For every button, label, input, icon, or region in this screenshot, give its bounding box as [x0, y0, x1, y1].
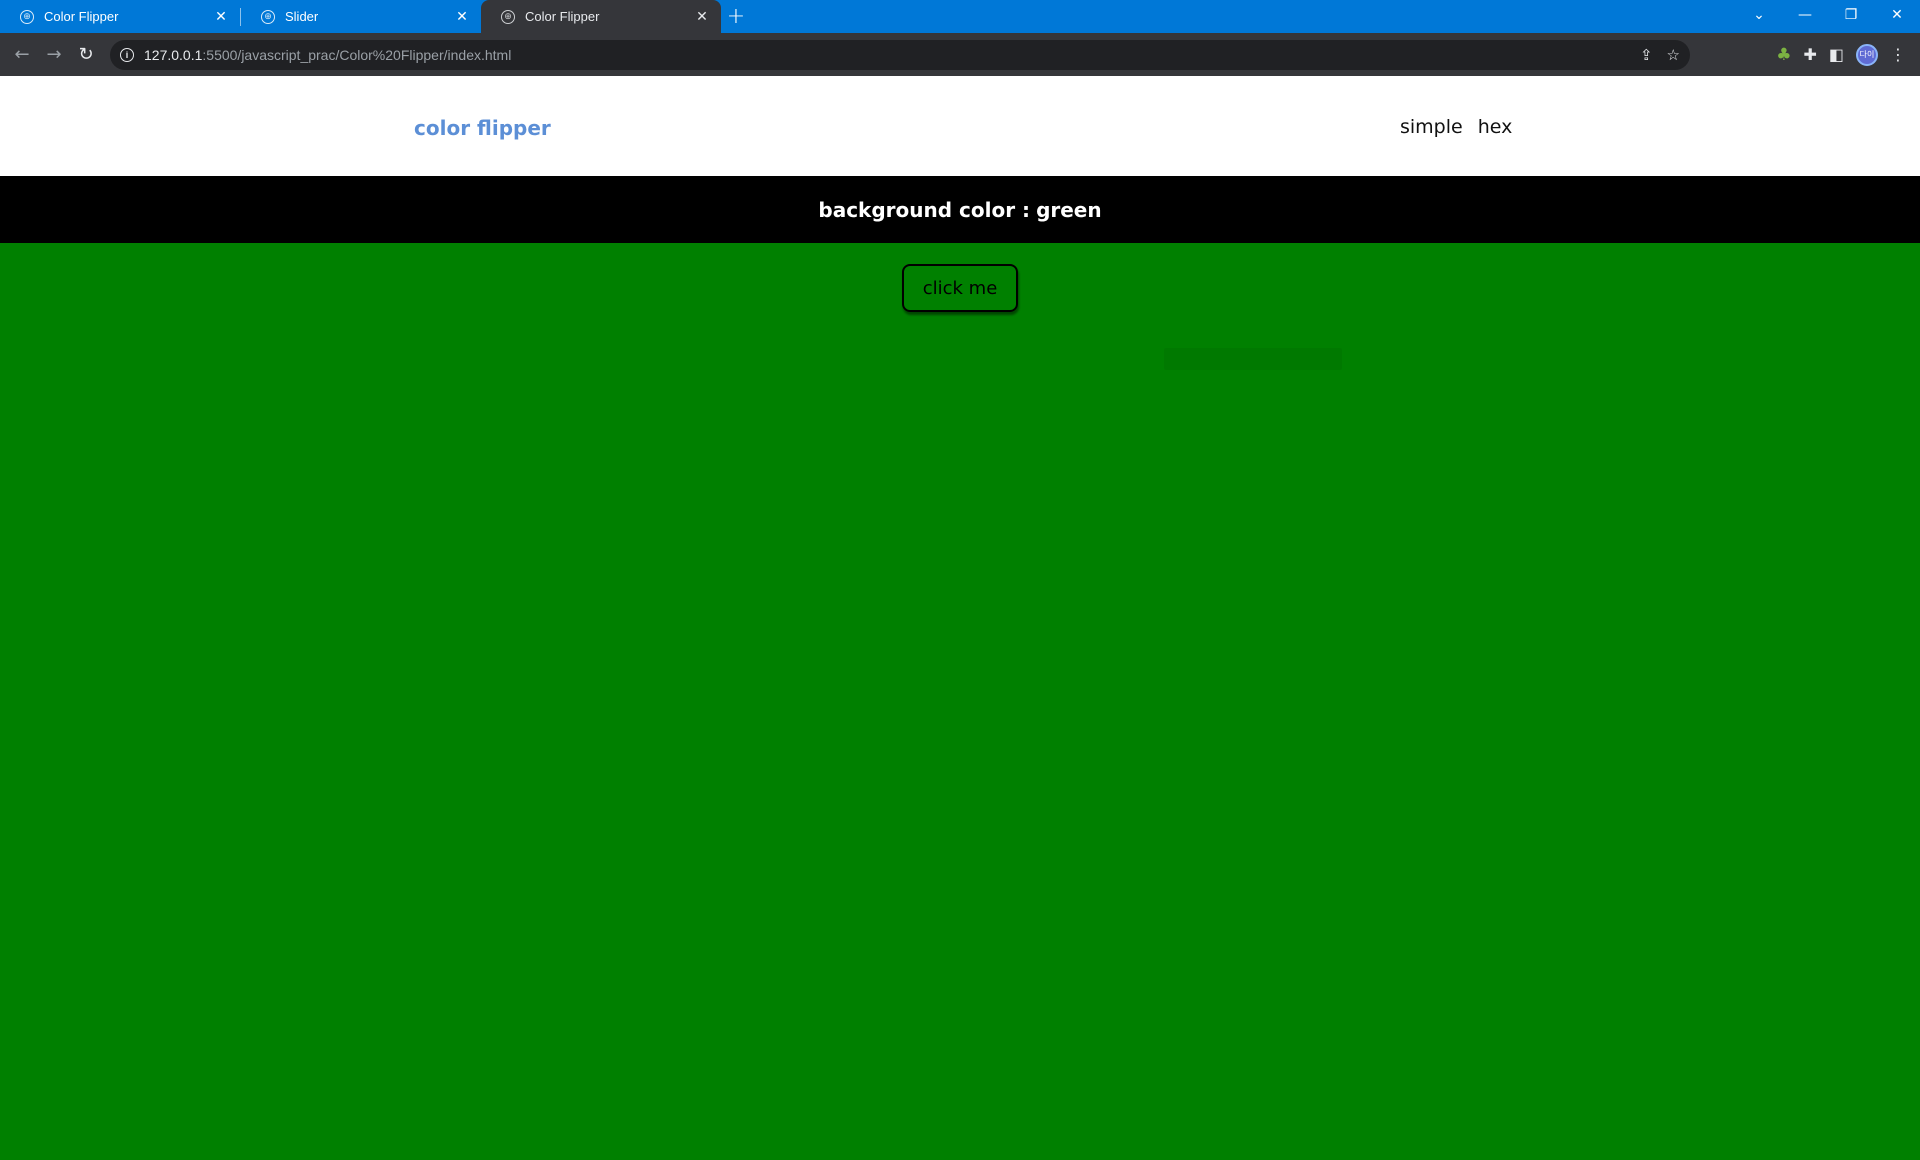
faint-overlay — [1164, 348, 1342, 370]
tab-slider[interactable]: ⊕ Slider ✕ — [241, 0, 481, 33]
browser-tab-strip: ⊕ Color Flipper ✕ ⊕ Slider ✕ ⊕ Color Fli… — [0, 0, 1920, 33]
button-container: click me — [0, 243, 1920, 312]
globe-icon: ⊕ — [501, 9, 515, 24]
tab-title: Slider — [285, 9, 319, 24]
click-me-button[interactable]: click me — [902, 264, 1018, 312]
tab-close-icon[interactable]: ✕ — [453, 8, 471, 26]
banner-label: background color : — [818, 197, 1031, 222]
color-value: green — [1036, 197, 1102, 222]
tab-color-flipper-active[interactable]: ⊕ Color Flipper ✕ — [481, 0, 721, 33]
window-controls: ⌄ — ❐ ✕ — [1736, 0, 1920, 30]
tab-close-icon[interactable]: ✕ — [212, 8, 230, 26]
info-icon[interactable]: i — [120, 47, 134, 62]
site-navbar: color flipper simple hex — [0, 76, 1920, 176]
brand-logo[interactable]: color flipper — [414, 116, 551, 140]
kebab-menu-icon[interactable]: ⋮ — [1890, 45, 1906, 64]
tab-title: Color Flipper — [44, 9, 119, 24]
side-panel-icon[interactable]: ◧ — [1829, 45, 1844, 64]
share-icon[interactable]: ⇪ — [1640, 46, 1653, 64]
url-path: :5500/javascript_prac/Color%20Flipper/in… — [202, 46, 512, 63]
address-bar[interactable]: i 127.0.0.1:5500/javascript_prac/Color%2… — [110, 39, 1690, 70]
new-tab-button[interactable]: + — [721, 0, 751, 33]
globe-icon: ⊕ — [20, 9, 34, 24]
tab-close-icon[interactable]: ✕ — [693, 8, 711, 26]
tab-title: Color Flipper — [525, 9, 600, 24]
tab-search-icon[interactable]: ⌄ — [1736, 0, 1782, 30]
close-window-icon[interactable]: ✕ — [1874, 0, 1920, 30]
arrow-left-icon[interactable]: ← — [6, 39, 38, 71]
browser-toolbar: ← → ↻ i 127.0.0.1:5500/javascript_prac/C… — [0, 33, 1920, 76]
tree-icon[interactable]: ♣ — [1776, 45, 1791, 65]
omnibox-actions: ⇪ ☆ — [1640, 46, 1680, 64]
puzzle-icon[interactable]: ✚ — [1803, 45, 1816, 64]
avatar[interactable]: 다이 — [1856, 43, 1878, 66]
reload-icon[interactable]: ↻ — [70, 39, 102, 71]
globe-icon: ⊕ — [261, 9, 275, 24]
minimize-icon[interactable]: — — [1782, 0, 1828, 30]
color-banner: background color : green — [0, 176, 1920, 243]
star-icon[interactable]: ☆ — [1667, 46, 1680, 64]
nav-links: simple hex — [1400, 116, 1512, 138]
nav-link-hex[interactable]: hex — [1478, 116, 1513, 138]
page-content: color flipper simple hex background colo… — [0, 76, 1920, 1160]
restore-icon[interactable]: ❐ — [1828, 0, 1874, 30]
nav-link-simple[interactable]: simple — [1400, 116, 1463, 138]
extensions-area: ♣ ✚ ◧ 다이 ⋮ — [1776, 43, 1914, 66]
arrow-right-icon[interactable]: → — [38, 39, 70, 71]
tab-color-flipper-1[interactable]: ⊕ Color Flipper ✕ — [0, 0, 240, 33]
url-host: 127.0.0.1 — [144, 46, 203, 63]
